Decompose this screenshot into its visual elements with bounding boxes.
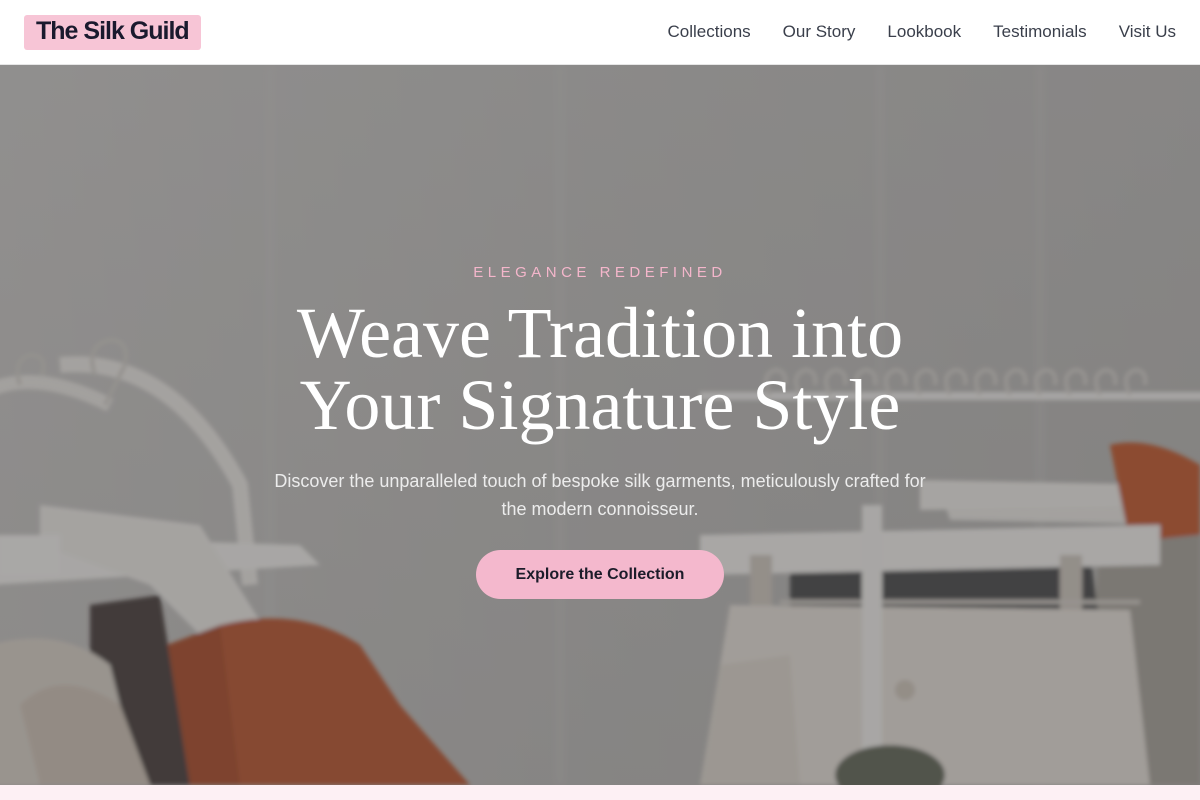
hero-content: ELEGANCE REDEFINED Weave Tradition into … — [0, 65, 1200, 785]
nav-link-visit-us[interactable]: Visit Us — [1119, 22, 1176, 42]
hero-subtext: Discover the unparalleled touch of bespo… — [274, 471, 926, 519]
hero-headline-line-2: Your Signature Style — [299, 365, 901, 445]
nav-link-collections[interactable]: Collections — [668, 22, 751, 42]
hero-headline-line-1: Weave Tradition into — [296, 293, 904, 373]
nav-link-testimonials[interactable]: Testimonials — [993, 22, 1087, 42]
explore-collection-button[interactable]: Explore the Collection — [476, 550, 724, 599]
hero-section: ELEGANCE REDEFINED Weave Tradition into … — [0, 65, 1200, 785]
logo[interactable]: The Silk Guild — [24, 14, 201, 50]
next-section-edge — [0, 785, 1200, 800]
hero-headline: Weave Tradition into Your Signature Styl… — [200, 297, 1000, 441]
nav-link-our-story[interactable]: Our Story — [783, 22, 856, 42]
hero-kicker: ELEGANCE REDEFINED — [473, 264, 727, 281]
main-nav: Collections Our Story Lookbook Testimoni… — [668, 22, 1177, 42]
site-header: The Silk Guild Collections Our Story Loo… — [0, 0, 1200, 65]
nav-link-lookbook[interactable]: Lookbook — [887, 22, 961, 42]
